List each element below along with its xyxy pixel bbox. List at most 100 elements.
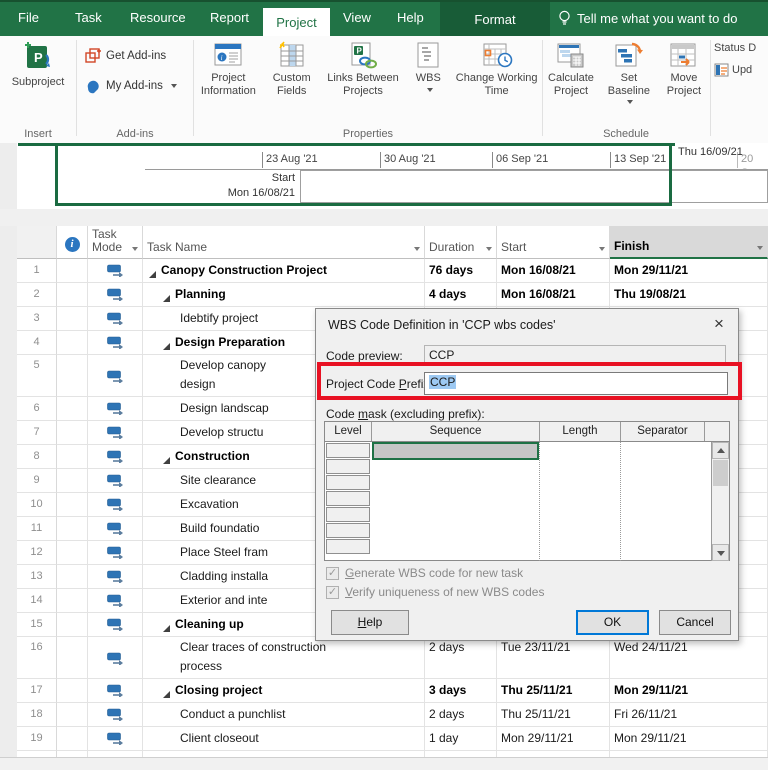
mask-level-cell[interactable] [326,475,370,490]
row-info-cell[interactable] [57,397,88,421]
row-task-mode-cell[interactable] [88,637,143,679]
mask-scrollbar[interactable] [711,442,729,561]
table-row[interactable]: 2 Planning 4 days Mon 16/08/21 Thu 19/08… [17,283,768,307]
cancel-button[interactable]: Cancel [659,610,731,635]
move-project-button[interactable]: Move Project [659,39,709,106]
row-start-cell[interactable]: Mon 29/11/21 [497,727,610,751]
links-between-projects-button[interactable]: P Links Between Projects [322,39,404,100]
filter-arrow-icon[interactable] [486,247,492,251]
row-number[interactable]: 8 [17,445,57,469]
wbs-button[interactable]: WBS [405,39,451,100]
verify-uniqueness-checkbox[interactable]: ✓ Verify uniqueness of new WBS codes [326,585,544,599]
row-task-mode-cell[interactable] [88,283,143,307]
row-number[interactable]: 14 [17,589,57,613]
row-finish-cell[interactable]: Fri 26/11/21 [610,703,768,727]
row-duration-cell[interactable]: 1 day [425,727,497,751]
row-start-cell[interactable]: Thu 25/11/21 [497,679,610,703]
my-addins-button[interactable]: My Add-ins [85,78,193,94]
mask-level-cell[interactable] [326,491,370,506]
ok-button[interactable]: OK [576,610,649,635]
row-info-cell[interactable] [57,331,88,355]
row-task-mode-cell[interactable] [88,703,143,727]
row-number[interactable]: 3 [17,307,57,331]
row-duration-cell[interactable]: 2 days [425,637,497,679]
row-number[interactable]: 16 [17,637,57,679]
row-info-cell[interactable] [57,517,88,541]
row-task-name-cell[interactable]: Planning [143,283,425,307]
close-icon[interactable]: × [704,311,734,337]
row-number[interactable]: 7 [17,421,57,445]
column-header-finish-selected[interactable]: Finish [610,226,768,259]
row-number[interactable]: 9 [17,469,57,493]
row-task-mode-cell[interactable] [88,259,143,283]
row-number[interactable]: 15 [17,613,57,637]
column-header-task-mode[interactable]: Task Mode [88,226,143,259]
row-info-cell[interactable] [57,679,88,703]
column-header-start[interactable]: Start [497,226,610,259]
get-addins-button[interactable]: Get Add-ins [85,48,193,64]
row-info-cell[interactable] [57,283,88,307]
row-start-cell[interactable]: Thu 25/11/21 [497,703,610,727]
row-duration-cell[interactable]: 2 days [425,703,497,727]
pane-divider[interactable] [0,209,768,226]
mask-level-cell[interactable] [326,507,370,522]
update-project-button[interactable]: Upd [714,63,756,77]
row-start-cell[interactable]: Tue 23/11/21 [497,637,610,679]
row-number[interactable]: 12 [17,541,57,565]
row-duration-cell[interactable]: 4 days [425,283,497,307]
calculate-project-button[interactable]: Calculate Project [543,39,599,106]
tab-file[interactable]: File [18,10,39,25]
column-header-info[interactable]: i [57,226,88,259]
row-start-cell[interactable]: Mon 16/08/21 [497,259,610,283]
mask-level-cell[interactable] [326,443,370,458]
filter-arrow-icon[interactable] [599,247,605,251]
row-number[interactable]: 17 [17,679,57,703]
tab-report[interactable]: Report [210,10,249,25]
row-number[interactable]: 6 [17,397,57,421]
row-number[interactable]: 5 [17,355,57,397]
row-task-mode-cell[interactable] [88,589,143,613]
row-task-mode-cell[interactable] [88,421,143,445]
collapse-triangle-icon[interactable] [163,295,170,302]
row-info-cell[interactable] [57,613,88,637]
row-finish-cell[interactable]: Thu 19/08/21 [610,283,768,307]
row-info-cell[interactable] [57,421,88,445]
filter-arrow-icon[interactable] [132,247,138,251]
row-task-name-cell[interactable]: Closing project [143,679,425,703]
tab-task[interactable]: Task [75,10,102,25]
scroll-down-icon[interactable] [712,544,729,561]
table-row[interactable]: 19 Client closeout 1 day Mon 29/11/21 Mo… [17,727,768,751]
row-info-cell[interactable] [57,469,88,493]
row-task-mode-cell[interactable] [88,469,143,493]
tell-me-box[interactable]: Tell me what you want to do [558,10,737,27]
row-duration-cell[interactable]: 3 days [425,679,497,703]
horizontal-scrollbar-area[interactable] [0,757,768,770]
row-finish-cell[interactable]: Mon 29/11/21 [610,259,768,283]
collapse-triangle-icon[interactable] [163,691,170,698]
row-number[interactable]: 11 [17,517,57,541]
row-info-cell[interactable] [57,493,88,517]
row-task-name-cell[interactable]: Canopy Construction Project [143,259,425,283]
gantt-pane-strip[interactable]: GANTT CHART [0,226,17,770]
help-button[interactable]: Help [331,610,409,635]
tab-view[interactable]: View [343,10,371,25]
mask-level-cell[interactable] [326,539,370,554]
row-task-mode-cell[interactable] [88,445,143,469]
project-information-button[interactable]: i Project Information [195,39,261,100]
row-info-cell[interactable] [57,355,88,397]
row-task-mode-cell[interactable] [88,355,143,397]
set-baseline-button[interactable]: Set Baseline [599,39,659,106]
row-task-name-cell[interactable]: Clear traces of construction process [143,637,425,679]
custom-fields-button[interactable]: Custom Fields [263,39,321,100]
tab-format[interactable]: Format [440,12,550,27]
column-header-task-name[interactable]: Task Name [143,226,425,259]
row-info-cell[interactable] [57,259,88,283]
mask-level-cell[interactable] [326,523,370,538]
row-task-mode-cell[interactable] [88,679,143,703]
row-task-mode-cell[interactable] [88,307,143,331]
row-info-cell[interactable] [57,727,88,751]
tab-help[interactable]: Help [397,10,424,25]
mask-level-cell[interactable] [326,459,370,474]
select-all-cell[interactable] [17,226,57,259]
collapse-triangle-icon[interactable] [163,343,170,350]
